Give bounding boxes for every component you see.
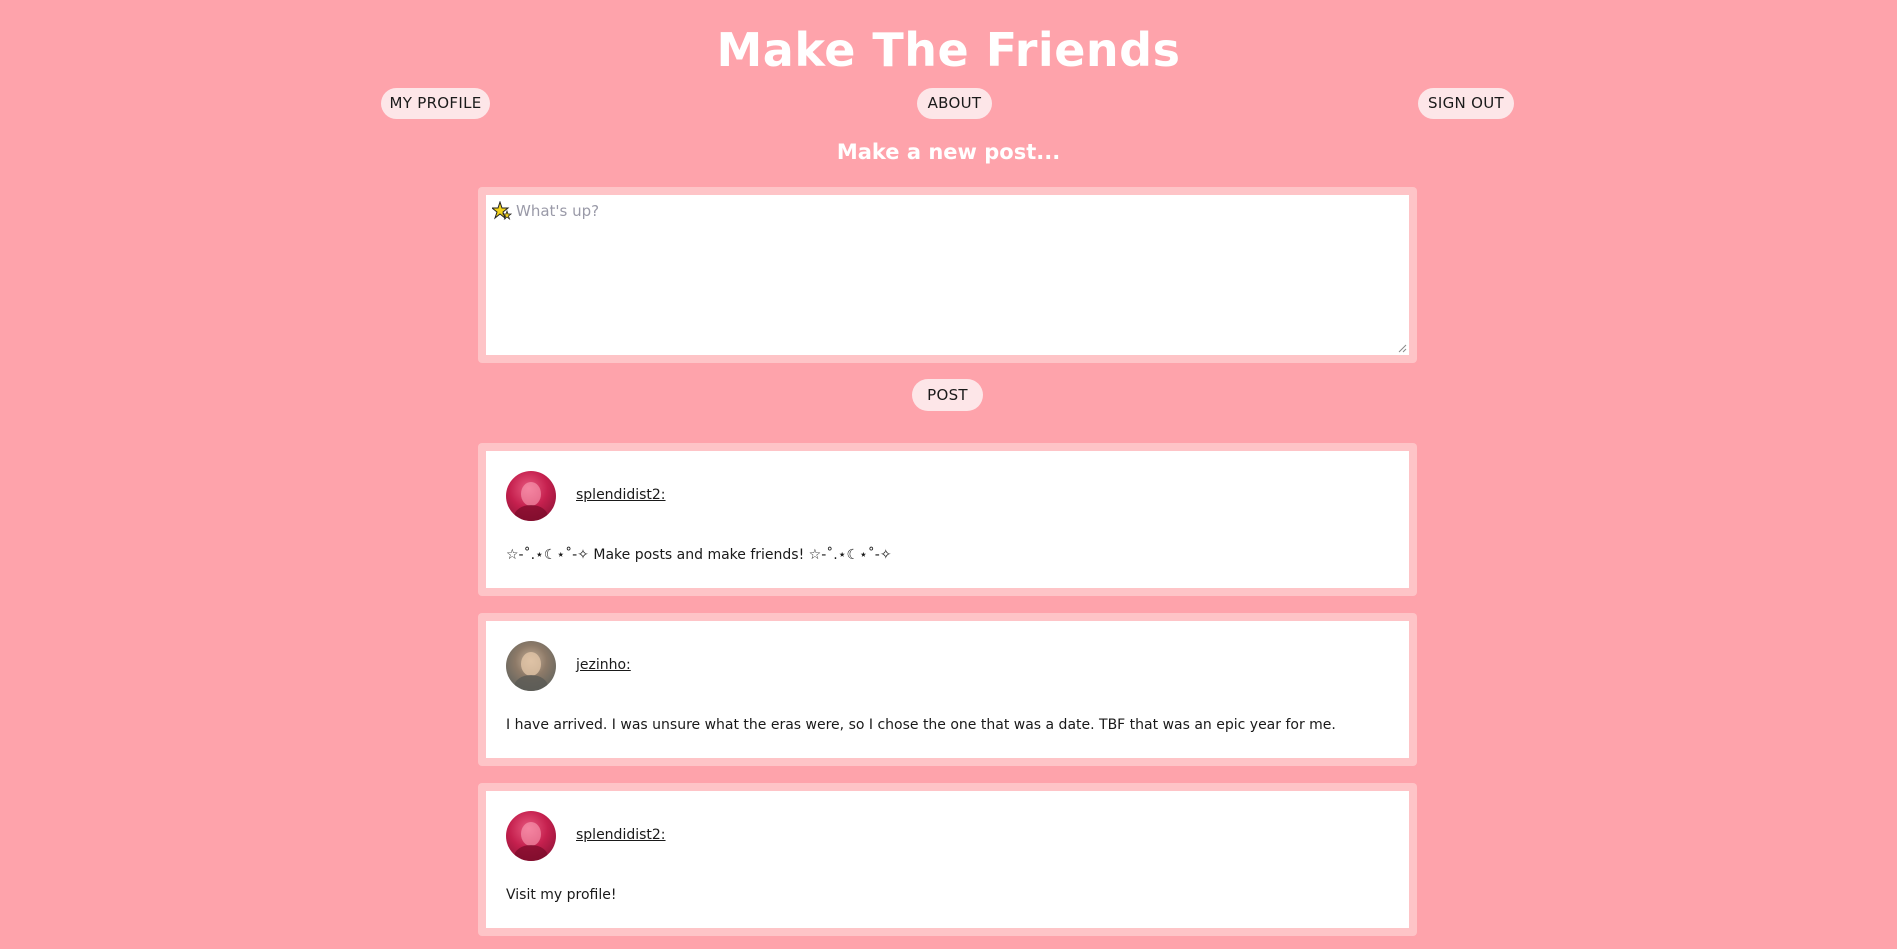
- avatar-shoulders: [514, 845, 548, 861]
- avatar-face: [521, 822, 541, 846]
- about-button[interactable]: ABOUT: [917, 88, 992, 119]
- post-composer: What's up?: [478, 187, 1417, 363]
- post-text: I have arrived. I was unsure what the er…: [506, 717, 1336, 733]
- site-title: Make The Friends: [716, 23, 1181, 77]
- post-username[interactable]: jezinho:: [576, 657, 631, 673]
- post-card: jezinho: I have arrived. I was unsure wh…: [478, 613, 1417, 766]
- post-username[interactable]: splendidist2:: [576, 487, 666, 503]
- avatar-shoulders: [514, 505, 548, 521]
- avatar[interactable]: [506, 641, 556, 691]
- post-card: splendidist2: Visit my profile!: [478, 783, 1417, 936]
- post-text: Visit my profile!: [506, 887, 617, 903]
- new-post-heading: Make a new post...: [836, 140, 1061, 164]
- post-textarea-placeholder: What's up?: [516, 202, 600, 220]
- sparkle-star-icon: [492, 201, 512, 221]
- resize-handle-icon[interactable]: [1397, 343, 1407, 353]
- my-profile-button[interactable]: MY PROFILE: [381, 88, 490, 119]
- post-body: splendidist2: Visit my profile!: [486, 791, 1409, 928]
- post-username[interactable]: splendidist2:: [576, 827, 666, 843]
- avatar-face: [521, 482, 541, 506]
- sign-out-button[interactable]: SIGN OUT: [1418, 88, 1514, 119]
- avatar[interactable]: [506, 471, 556, 521]
- avatar[interactable]: [506, 811, 556, 861]
- avatar-face: [521, 652, 541, 676]
- avatar-shoulders: [514, 675, 548, 691]
- post-body: jezinho: I have arrived. I was unsure wh…: [486, 621, 1409, 758]
- post-button[interactable]: POST: [912, 379, 983, 411]
- post-body: splendidist2: ☆-˚.⋆☾⋆˚-✧ Make posts and …: [486, 451, 1409, 588]
- post-textarea[interactable]: What's up?: [486, 195, 1409, 355]
- post-card: splendidist2: ☆-˚.⋆☾⋆˚-✧ Make posts and …: [478, 443, 1417, 596]
- post-text: ☆-˚.⋆☾⋆˚-✧ Make posts and make friends! …: [506, 547, 892, 563]
